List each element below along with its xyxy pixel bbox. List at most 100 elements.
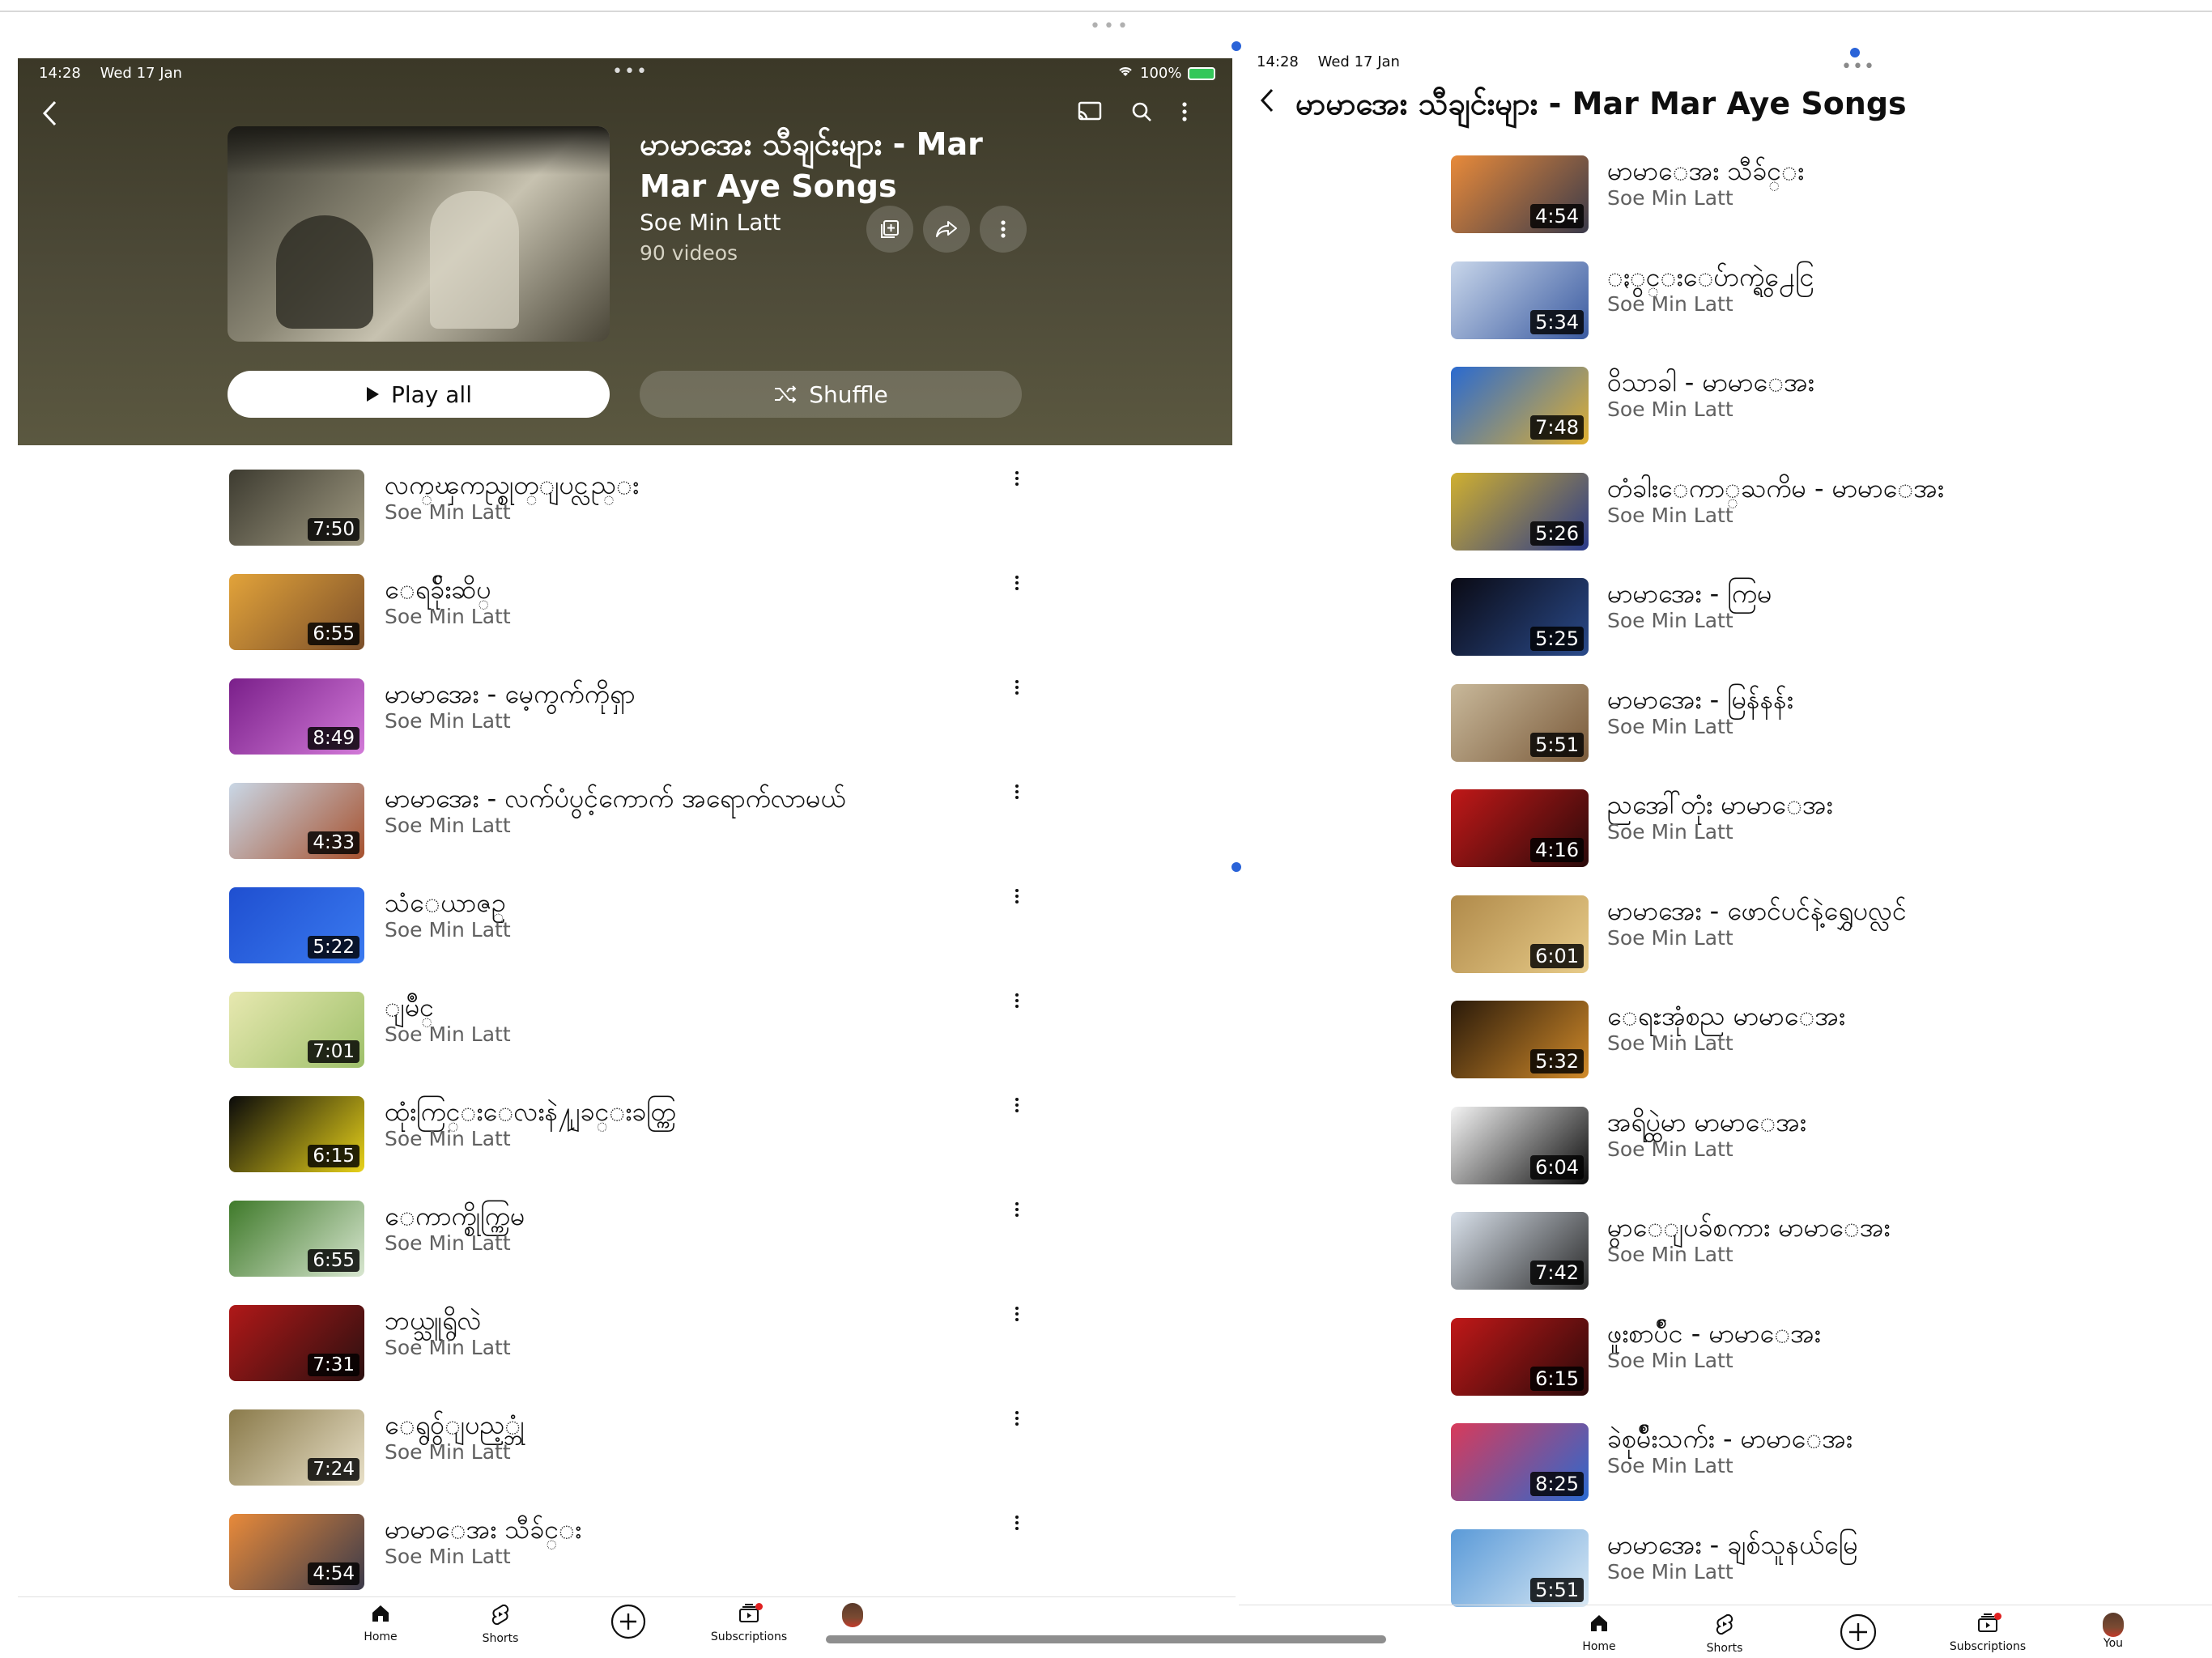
more-vertical-icon[interactable]: [1015, 990, 1019, 1014]
list-item[interactable]: 5:22 သံေယာဇဥ္ Soe Min Latt: [229, 886, 1039, 990]
video-channel: Soe Min Latt: [1607, 503, 1733, 527]
list-item[interactable]: 8:25 ခဲစုမ်ိဳးသက်း - မာမာေအး Soe Min Latt: [1451, 1423, 2099, 1529]
list-item[interactable]: 6:55ေရခ်ိုးဆိပ္ Soe Min Latt: [229, 572, 1039, 677]
more-vertical-icon[interactable]: [1015, 1512, 1019, 1537]
video-thumbnail[interactable]: 6:01: [1451, 895, 1589, 973]
video-thumbnail[interactable]: 6:55: [229, 1201, 364, 1277]
playlist-more-button[interactable]: [980, 206, 1027, 253]
status-date: Wed 17 Jan: [100, 65, 182, 82]
back-button[interactable]: [39, 97, 60, 136]
more-vertical-icon[interactable]: [1015, 1303, 1019, 1328]
list-item[interactable]: 7:31 ဘယ္သူရွိလဲ Soe Min Latt: [229, 1303, 1039, 1408]
create-button[interactable]: [604, 1603, 653, 1647]
video-thumbnail[interactable]: 7:48: [1451, 367, 1589, 444]
more-vertical-icon[interactable]: [1015, 572, 1019, 597]
video-thumbnail[interactable]: 5:51: [1451, 1528, 1589, 1607]
list-item[interactable]: 6:55ေကာက္စိုက္ကြမ Soe Min Latt: [229, 1199, 1039, 1303]
list-item[interactable]: 5:25 မာမာအေး - ကြမ Soe Min Latt: [1451, 578, 2099, 684]
list-item[interactable]: 5:34ႏွင္းေပ်ာက္ရွဲ႕ေငြ Soe Min Latt: [1451, 261, 2099, 368]
video-thumbnail[interactable]: 5:32: [1451, 1001, 1589, 1078]
share-playlist-button[interactable]: [923, 206, 970, 253]
video-thumbnail[interactable]: 4:16: [1451, 789, 1589, 867]
video-thumbnail[interactable]: 5:26: [1451, 472, 1589, 551]
duration-badge: 7:31: [308, 1354, 359, 1376]
more-vertical-icon[interactable]: [1015, 1095, 1019, 1119]
video-thumbnail[interactable]: 6:04: [1451, 1106, 1589, 1184]
home-indicator[interactable]: [826, 1635, 1386, 1643]
list-item[interactable]: 6:01 မာမာအေး - ဖောင်ပင်နဲ့ရွှေပလ္လင် Soe M…: [1451, 895, 2099, 1001]
more-vertical-icon[interactable]: [1015, 1408, 1019, 1432]
more-options-button[interactable]: [1180, 100, 1189, 130]
more-vertical-icon[interactable]: [1015, 781, 1019, 806]
list-item[interactable]: 4:54 မာမာေအး သီခ်င္း Soe Min Latt: [1451, 155, 2099, 261]
video-thumbnail[interactable]: 6:55: [229, 574, 364, 650]
list-item[interactable]: 4:33 မာမာအေး - လက်ပံပွင့်ကောက် အရောက်လာမယ…: [229, 781, 1039, 886]
list-item[interactable]: 7:01ျမိဳင္ Soe Min Latt: [229, 990, 1039, 1095]
split-view-handle-top[interactable]: [1229, 39, 1244, 53]
video-thumbnail[interactable]: 8:49: [229, 678, 364, 755]
nav-subscriptions[interactable]: Subscriptions: [704, 1603, 793, 1643]
nav-home[interactable]: Home: [1571, 1613, 1627, 1653]
cast-button[interactable]: [1077, 100, 1103, 130]
nav-shorts[interactable]: Shorts: [1696, 1613, 1753, 1655]
list-item[interactable]: 5:51 မာမာအေး - မြန်နန်း Soe Min Latt: [1451, 683, 2099, 790]
nav-you[interactable]: You: [2089, 1613, 2138, 1650]
app-multitask-dots-icon[interactable]: •••: [612, 62, 649, 82]
video-thumbnail[interactable]: 5:22: [229, 887, 364, 963]
video-thumbnail[interactable]: 7:31: [229, 1305, 364, 1381]
video-thumbnail[interactable]: 4:54: [1451, 155, 1589, 233]
more-vertical-icon[interactable]: [1015, 677, 1019, 701]
play-all-button[interactable]: Play all: [228, 371, 610, 418]
duration-badge: 5:25: [1530, 627, 1584, 651]
list-item[interactable]: 6:15 ထုံးကြင္းေလးနဲ႔ျခင္းခတ္ကြ Soe Min Lat…: [229, 1095, 1039, 1199]
playlist-cover-image[interactable]: [228, 126, 610, 342]
video-thumbnail[interactable]: 7:42: [1451, 1212, 1589, 1290]
video-thumbnail[interactable]: 5:34: [1451, 261, 1589, 339]
list-item[interactable]: 8:49 မာမာအေး - မေ့ကွက်ကိုရှာ Soe Min Latt: [229, 677, 1039, 781]
video-channel: Soe Min Latt: [385, 709, 511, 733]
battery-percent: 100%: [1140, 65, 1182, 82]
list-item[interactable]: 7:24ေရွ၀ွ်ျပည့္ဘုံ Soe Min Latt: [229, 1408, 1039, 1512]
nav-home[interactable]: Home: [356, 1603, 405, 1643]
video-thumbnail[interactable]: 7:24: [229, 1409, 364, 1486]
nav-subscriptions[interactable]: Subscriptions: [1939, 1613, 2036, 1653]
video-thumbnail[interactable]: 8:25: [1451, 1423, 1589, 1501]
list-item[interactable]: 6:04 အရိပ္ထဲမာ မာမာေအး Soe Min Latt: [1451, 1106, 2099, 1213]
video-thumbnail[interactable]: 5:25: [1451, 578, 1589, 656]
list-item[interactable]: 4:16 ညအေါ်တုံး မာမာေအး Soe Min Latt: [1451, 789, 2099, 895]
more-vertical-icon[interactable]: [1015, 1199, 1019, 1223]
video-thumbnail[interactable]: 4:33: [229, 783, 364, 859]
shuffle-button[interactable]: Shuffle: [640, 371, 1022, 418]
more-vertical-icon: [1001, 220, 1006, 238]
video-thumbnail[interactable]: 4:54: [229, 1514, 364, 1590]
video-channel: Soe Min Latt: [1607, 1454, 1733, 1477]
list-item[interactable]: 6:15 ဖူးစာပ်ဳင - မာမာေအး Soe Min Latt: [1451, 1317, 2099, 1424]
nav-subscriptions-label: Subscriptions: [1949, 1640, 2027, 1653]
create-button[interactable]: [1830, 1613, 1887, 1658]
list-item[interactable]: 7:42 မွာေျပခ်စကား မာမာေအး Soe Min Latt: [1451, 1212, 2099, 1318]
video-thumbnail[interactable]: 6:15: [1451, 1317, 1589, 1396]
search-button[interactable]: [1130, 100, 1153, 130]
more-vertical-icon[interactable]: [1015, 468, 1019, 492]
list-item[interactable]: 7:48 ဝိသာခါ - မာမာေအး Soe Min Latt: [1451, 367, 2099, 473]
nav-home-label: Home: [1582, 1640, 1616, 1653]
status-bar-left: 14:28 Wed 17 Jan: [39, 65, 197, 82]
video-thumbnail[interactable]: 7:50: [229, 470, 364, 546]
list-item[interactable]: 5:26 တံခါးေကာ္ႀကိမ - မာမာေအး Soe Min Latt: [1451, 472, 2099, 579]
list-item[interactable]: 5:32ေရႊအုံစည မာမာေအး Soe Min Latt: [1451, 1001, 2099, 1107]
video-thumbnail[interactable]: 7:01: [229, 992, 364, 1068]
duration-badge: 5:34: [1530, 309, 1584, 334]
more-vertical-icon[interactable]: [1015, 886, 1019, 910]
duration-badge: 8:49: [308, 727, 359, 750]
playlist-channel[interactable]: Soe Min Latt: [640, 209, 781, 236]
save-to-library-icon: [881, 220, 899, 238]
list-item[interactable]: 4:54 မာမာေအး သီခ်င္း Soe Min Latt: [229, 1512, 1039, 1617]
app-multitask-dots-icon[interactable]: •••: [1841, 45, 1875, 77]
list-item[interactable]: 7:50 လက္ၾကည္စုတ္ျပင္လည္း Soe Min Latt: [229, 468, 1039, 572]
save-playlist-button[interactable]: [866, 206, 913, 253]
video-thumbnail[interactable]: 5:51: [1451, 683, 1589, 762]
video-thumbnail[interactable]: 6:15: [229, 1096, 364, 1172]
back-button[interactable]: [1257, 84, 1276, 124]
split-view-divider-handle[interactable]: [1229, 860, 1244, 874]
nav-shorts[interactable]: Shorts: [476, 1603, 525, 1645]
